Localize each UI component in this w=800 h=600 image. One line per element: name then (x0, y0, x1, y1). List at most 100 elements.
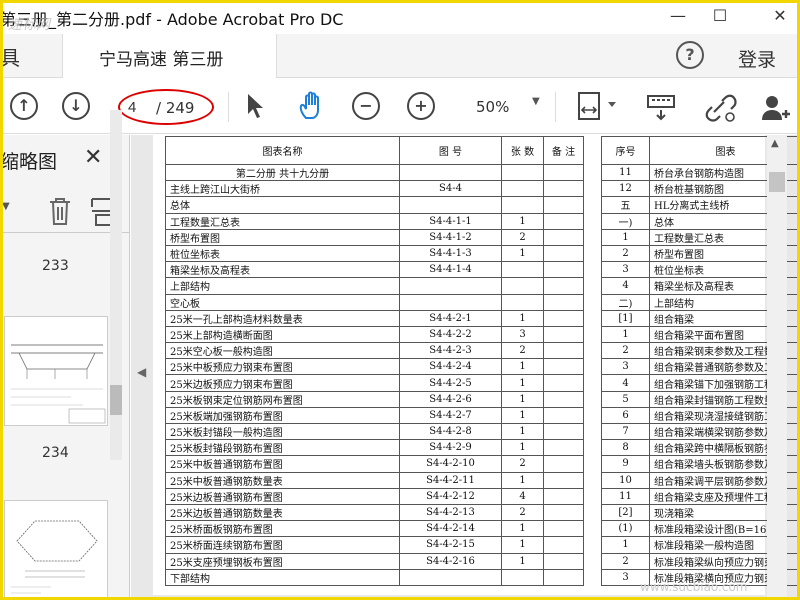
close-panel-icon[interactable]: ✕ (84, 145, 102, 170)
table-cell (399, 277, 502, 295)
table-cell: S4-4-2-1 (399, 309, 502, 327)
page-thumbnail[interactable] (4, 500, 108, 600)
document-scrollbar-thumb[interactable] (769, 172, 785, 192)
minimize-icon[interactable]: — (664, 4, 692, 28)
link-icon[interactable] (704, 92, 738, 124)
zoom-value: 50% (476, 98, 510, 116)
table-cell: 2 (501, 455, 544, 473)
column-header: 备 注 (543, 136, 584, 165)
table-cell: 1 (501, 536, 544, 554)
zoom-out-icon[interactable]: − (352, 92, 380, 120)
table-cell (543, 439, 584, 457)
table-cell: 25米支座预埋钢板布置图 (165, 552, 400, 570)
next-page-icon[interactable]: ↓ (62, 92, 90, 120)
zoom-in-icon[interactable]: + (407, 92, 435, 120)
table-cell (543, 390, 584, 408)
table-cell: 25米边板普通钢筋布置图 (165, 487, 400, 505)
login-link[interactable]: 登录 (738, 45, 776, 72)
table-cell: 25米桥面连续钢筋布置图 (165, 536, 400, 554)
table-header-row: 图表名称图 号张 数备 注 (165, 136, 584, 165)
page-thumbnail[interactable] (4, 316, 108, 426)
table-cell: 2 (501, 503, 544, 522)
table-cell (501, 180, 544, 198)
chevron-down-icon[interactable]: ▼ (2, 201, 10, 212)
table-cell: 1 (601, 325, 650, 344)
document-scrollbar[interactable] (767, 135, 787, 597)
table-cell: 4 (501, 487, 544, 505)
table-cell: S4-4-2-2 (399, 325, 502, 344)
table-cell (543, 406, 584, 425)
panel-scrollbar-thumb[interactable] (110, 385, 122, 415)
table-cell (543, 520, 584, 538)
table-cell: 25米一孔上部构造材料数量表 (165, 309, 400, 327)
table-row: 25米中板预应力钢束布置图 S4-4-2-4 1 (165, 358, 584, 376)
tab-tools[interactable]: 具 (0, 42, 20, 71)
select-cursor-icon[interactable] (244, 92, 266, 120)
table-cell: S4-4-1-4 (399, 261, 502, 279)
add-user-icon[interactable] (760, 92, 792, 124)
scroll-up-icon[interactable]: ▲ (771, 138, 779, 149)
tab-document[interactable]: 宁马高速 第三册 (62, 34, 277, 78)
table-cell: 11 (601, 487, 650, 505)
table-cell: 1 (501, 439, 544, 457)
table-cell: (1) (601, 520, 650, 538)
table-cell (543, 293, 584, 311)
table-cell (501, 163, 544, 182)
keyboard-scroll-icon[interactable] (646, 94, 676, 122)
table-cell: 25米板封锚段钢筋布置图 (165, 439, 400, 457)
table-cell: 箱梁坐标及高程表 (165, 261, 400, 279)
previous-page-icon[interactable]: ↑ (10, 92, 38, 120)
table-row: 25米边板普通钢筋布置图 S4-4-2-12 4 (165, 487, 584, 505)
close-icon[interactable]: ✕ (766, 4, 794, 28)
table-row: 第二分册 共十九分册 (165, 163, 584, 182)
table-cell (543, 163, 584, 182)
table-cell: 主线上跨江山大街桥 (165, 180, 400, 198)
table-row: 25米桥面板钢筋布置图 S4-4-2-14 1 (165, 520, 584, 538)
table-cell: 第二分册 共十九分册 (165, 163, 400, 182)
table-cell (501, 277, 544, 295)
table-cell: 工程数量汇总表 (165, 212, 400, 230)
table-cell: S4-4-1-1 (399, 212, 502, 230)
thumbnail-page-number: 234 (42, 445, 69, 461)
table-cell (543, 228, 584, 246)
table-cell: 12 (601, 180, 650, 198)
table-cell (543, 455, 584, 473)
table-cell: 2 (601, 552, 650, 570)
table-cell: 9 (601, 455, 650, 473)
table-cell: 桥型布置图 (165, 228, 400, 246)
table-cell: 4 (601, 277, 650, 295)
table-row: 25米一孔上部构造材料数量表 S4-4-2-1 1 (165, 309, 584, 327)
table-cell: [1] (601, 309, 650, 327)
table-cell (543, 309, 584, 327)
collapse-panel-icon[interactable]: ◀ (137, 365, 146, 379)
table-cell: 3 (501, 325, 544, 344)
table-cell (399, 293, 502, 311)
table-row: 箱梁坐标及高程表 S4-4-1-4 (165, 261, 584, 279)
table-cell: 3 (601, 358, 650, 376)
zoom-select[interactable]: 50% ▼ (466, 94, 550, 120)
page-fit-icon[interactable] (576, 90, 620, 124)
table-cell (543, 374, 584, 392)
hand-tool-icon[interactable] (296, 90, 328, 122)
maximize-icon[interactable]: ☐ (706, 4, 734, 28)
table-cell (543, 568, 584, 586)
table-cell: 7 (601, 422, 650, 441)
table-cell: 25米板封锚段一般构造图 (165, 422, 400, 441)
column-header: 图 号 (399, 136, 502, 165)
table-cell: 1 (501, 390, 544, 408)
table-cell (543, 503, 584, 522)
table-cell (399, 163, 502, 182)
help-icon[interactable]: ? (676, 41, 704, 69)
table-row: 25米中板普通钢筋数量表 S4-4-2-11 1 (165, 471, 584, 489)
table-cell: 一) (601, 212, 650, 230)
table-cell (399, 568, 502, 586)
table-row: 25米桥面连续钢筋布置图 S4-4-2-15 1 (165, 536, 584, 554)
delete-page-icon[interactable] (46, 195, 74, 227)
table-cell (543, 342, 584, 360)
watermark-logo: 速标网 (8, 17, 50, 33)
table-cell: 25米边板预应力钢束布置图 (165, 374, 400, 392)
table-row: 25米板钢束定位钢筋网布置图 S4-4-2-6 1 (165, 390, 584, 408)
table-cell: S4-4-2-3 (399, 342, 502, 360)
table-cell: S4-4-1-3 (399, 244, 502, 263)
column-header: 张 数 (501, 136, 544, 165)
